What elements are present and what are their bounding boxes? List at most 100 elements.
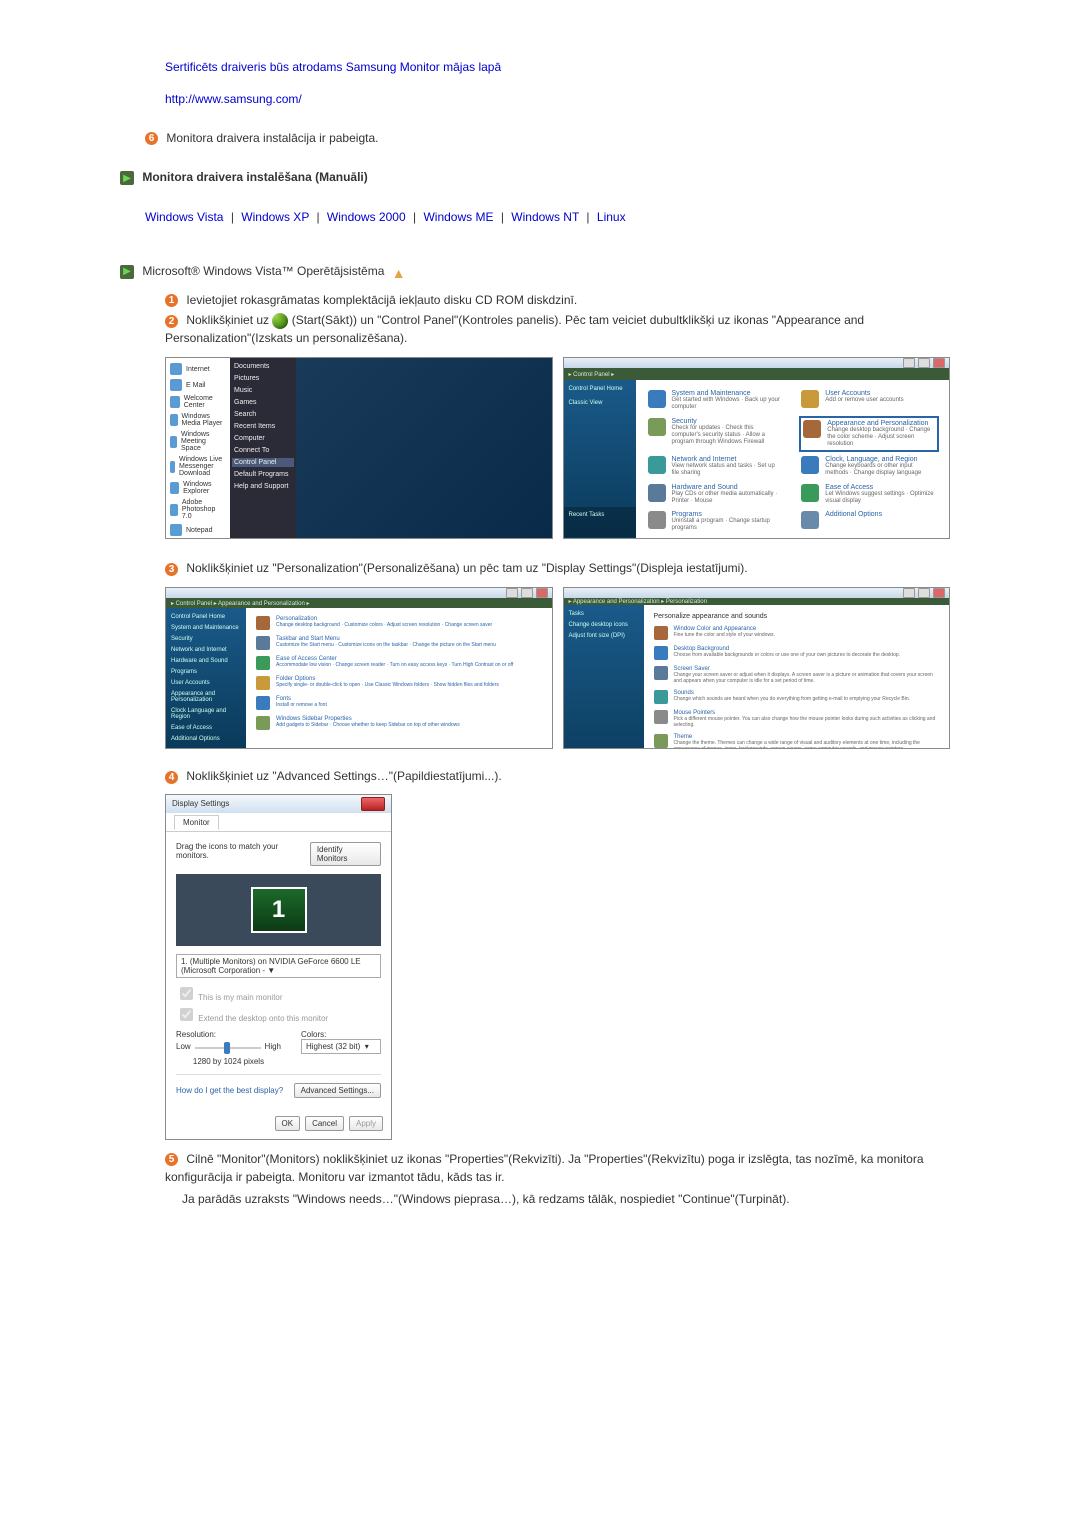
main-monitor-checkbox — [180, 987, 193, 1000]
cp-category-item: Appearance and PersonalizationChange des… — [799, 416, 939, 453]
screenshot-start-menu: InternetE MailWelcome CenterWindows Medi… — [165, 357, 553, 539]
link-windows-nt[interactable]: Windows NT — [511, 210, 579, 224]
up-arrow-icon: ▲ — [392, 265, 406, 279]
manual-install-heading: Monitora draivera instalēšana (Manuāli) — [142, 170, 367, 184]
cp-category-item: Clock, Language, and RegionChange keyboa… — [801, 456, 937, 477]
os-arrow-icon: ▶ — [120, 265, 134, 279]
personalization-item: Screen SaverChange your screen saver or … — [654, 666, 940, 684]
pers-category-item: FontsInstall or remove a font — [256, 696, 542, 710]
ds-title-text: Display Settings — [172, 799, 229, 808]
apply-button: Apply — [349, 1116, 383, 1131]
slider-low: Low — [176, 1042, 191, 1051]
monitor-1-icon[interactable]: 1 — [251, 887, 307, 933]
step-5-badge: 5 — [165, 1153, 178, 1166]
pers-sidebar-item: System and Maintenance — [171, 625, 241, 631]
step-5b-text: Ja parādās uzraksts "Windows needs…"(Win… — [182, 1190, 950, 1208]
step-2-text-a: Noklikšķiniet uz — [186, 313, 272, 327]
pers-sidebar-item: User Accounts — [171, 680, 241, 686]
best-display-link[interactable]: How do I get the best display? — [176, 1086, 283, 1095]
pers-sidebar-item: Tasks — [569, 611, 639, 617]
pers-sidebar-item: Adjust font size (DPI) — [569, 633, 639, 639]
resolution-slider[interactable] — [195, 1041, 261, 1055]
separator: | — [316, 210, 319, 224]
step-5-text: Cilnē "Monitor"(Monitors) noklikšķiniet … — [165, 1152, 924, 1184]
link-windows-vista[interactable]: Windows Vista — [145, 210, 223, 224]
samsung-url-link[interactable]: http://www.samsung.com/ — [165, 92, 302, 106]
start-right-item: Computer — [234, 435, 292, 442]
start-right-item: Help and Support — [234, 483, 292, 490]
section-arrow-icon: ▶ — [120, 171, 134, 185]
screenshot-control-panel: ▸ Control Panel ▸ Control Panel Home Cla… — [563, 357, 951, 539]
pers-sidebar-item: Appearance and Personalization — [171, 691, 241, 703]
main-monitor-label: This is my main monitor — [198, 993, 282, 1002]
display-settings-dialog: Display Settings Monitor Drag the icons … — [165, 794, 392, 1140]
start-menu-item: Notepad — [170, 524, 226, 536]
cp-category-item: System and MaintenanceGet started with W… — [648, 390, 784, 411]
start-menu-item: Windows Media Player — [170, 413, 226, 427]
colors-label: Colors: — [301, 1030, 381, 1039]
close-icon[interactable] — [361, 797, 385, 811]
certified-driver-line: Sertificēts draiveris būs atrodams Samsu… — [165, 60, 950, 74]
step-4-badge: 4 — [165, 771, 178, 784]
start-menu-item: Internet — [170, 363, 226, 375]
step-3-text: Noklikšķiniet uz "Personalization"(Perso… — [186, 561, 747, 575]
cp-category-item: ProgramsUninstall a program · Change sta… — [648, 511, 784, 532]
cp-category-item: Hardware and SoundPlay CDs or other medi… — [648, 484, 784, 505]
extend-desktop-label: Extend the desktop onto this monitor — [198, 1014, 328, 1023]
pers-sidebar-item: Change desktop icons — [569, 622, 639, 628]
slider-high: High — [265, 1042, 281, 1051]
pers-category-item: Windows Sidebar PropertiesAdd gadgets to… — [256, 716, 542, 730]
cp-breadcrumb: ▸ Control Panel ▸ — [569, 371, 615, 378]
start-right-item: Recent Items — [234, 423, 292, 430]
start-right-item: Music — [234, 387, 292, 394]
pers-category-item: Taskbar and Start MenuCustomize the Star… — [256, 636, 542, 650]
cp-category-item: SecurityCheck for updates · Check this c… — [648, 418, 784, 451]
cp-sidebar-home: Control Panel Home — [569, 386, 631, 392]
link-linux[interactable]: Linux — [597, 210, 626, 224]
vista-os-heading: Microsoft® Windows Vista™ Operētājsistēm… — [142, 264, 384, 278]
screenshot-appearance-personalization: ▸ Control Panel ▸ Appearance and Persona… — [165, 587, 553, 749]
step-4-text: Noklikšķiniet uz "Advanced Settings…"(Pa… — [186, 769, 501, 783]
cp-category-item: Additional Options — [801, 511, 937, 532]
ds-tab-monitor[interactable]: Monitor — [174, 815, 219, 830]
personalization-item: SoundsChange which sounds are heard when… — [654, 690, 940, 704]
windows-start-icon — [272, 313, 288, 329]
pers-left-breadcrumb: ▸ Control Panel ▸ Appearance and Persona… — [171, 600, 309, 607]
start-right-item: Search — [234, 411, 292, 418]
cancel-button[interactable]: Cancel — [305, 1116, 344, 1131]
ok-button[interactable]: OK — [275, 1116, 301, 1131]
start-right-item: Default Programs — [234, 471, 292, 478]
pers-sidebar-item: Control Panel Home — [171, 614, 241, 620]
pers-category-item: Ease of Access CenterAccommodate low vis… — [256, 656, 542, 670]
start-menu-item: Windows Explorer — [170, 481, 226, 495]
start-right-item: Games — [234, 399, 292, 406]
start-right-item: Documents — [234, 363, 292, 370]
pers-sidebar-item: Clock Language and Region — [171, 708, 241, 720]
pers-sidebar-item: Ease of Access — [171, 725, 241, 731]
cp-category-item: Network and InternetView network status … — [648, 456, 784, 477]
pers-sidebar-item: Additional Options — [171, 736, 241, 742]
step-1-badge: 1 — [165, 294, 178, 307]
pers-right-breadcrumb: ▸ Appearance and Personalization ▸ Perso… — [569, 598, 707, 605]
link-windows-xp[interactable]: Windows XP — [241, 210, 309, 224]
step-2-badge: 2 — [165, 315, 178, 328]
advanced-settings-button[interactable]: Advanced Settings... — [294, 1083, 381, 1098]
personalization-item: ThemeChange the theme. Themes can change… — [654, 734, 940, 749]
extend-desktop-checkbox — [180, 1008, 193, 1021]
personalization-item: Mouse PointersPick a different mouse poi… — [654, 710, 940, 728]
step-3-badge: 3 — [165, 563, 178, 576]
start-menu-item: Welcome Center — [170, 395, 226, 409]
colors-select[interactable]: Highest (32 bit) ▾ — [301, 1039, 381, 1054]
pers-sidebar-item: Network and Internet — [171, 647, 241, 653]
adapter-select[interactable]: 1. (Multiple Monitors) on NVIDIA GeForce… — [176, 954, 381, 978]
separator: | — [586, 210, 589, 224]
resolution-label: Resolution: — [176, 1030, 281, 1039]
screenshot-personalization: ▸ Appearance and Personalization ▸ Perso… — [563, 587, 951, 749]
separator: | — [413, 210, 416, 224]
link-windows-2000[interactable]: Windows 2000 — [327, 210, 406, 224]
start-right-item: Connect To — [234, 447, 292, 454]
start-menu-item: Windows Meeting Space — [170, 431, 226, 452]
cp-sidebar-recent: Recent Tasks — [564, 507, 636, 537]
link-windows-me[interactable]: Windows ME — [423, 210, 493, 224]
identify-monitors-button[interactable]: Identify Monitors — [310, 842, 381, 866]
